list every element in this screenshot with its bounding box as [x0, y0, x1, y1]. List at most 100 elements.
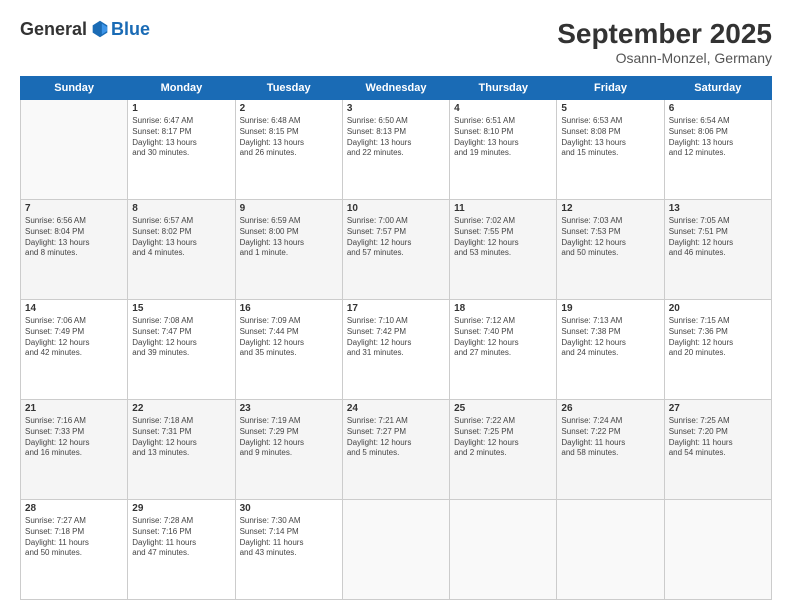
table-row: 19 Sunrise: 7:13 AM Sunset: 7:38 PM Dayli… — [557, 300, 664, 400]
day-info: Sunrise: 7:08 AM Sunset: 7:47 PM Dayligh… — [132, 316, 230, 359]
calendar-week-row: 21 Sunrise: 7:16 AM Sunset: 7:33 PM Dayli… — [21, 400, 772, 500]
calendar-table: Sunday Monday Tuesday Wednesday Thursday… — [20, 76, 772, 600]
day-number: 11 — [454, 203, 552, 214]
day-info: Sunrise: 7:09 AM Sunset: 7:44 PM Dayligh… — [240, 316, 338, 359]
day-number: 9 — [240, 203, 338, 214]
table-row: 17 Sunrise: 7:10 AM Sunset: 7:42 PM Dayli… — [342, 300, 449, 400]
table-row — [342, 500, 449, 600]
day-info: Sunrise: 7:06 AM Sunset: 7:49 PM Dayligh… — [25, 316, 123, 359]
table-row: 2 Sunrise: 6:48 AM Sunset: 8:15 PM Daylig… — [235, 100, 342, 200]
table-row — [450, 500, 557, 600]
day-number: 7 — [25, 203, 123, 214]
day-number: 10 — [347, 203, 445, 214]
table-row — [557, 500, 664, 600]
day-number: 8 — [132, 203, 230, 214]
table-row: 10 Sunrise: 7:00 AM Sunset: 7:57 PM Dayli… — [342, 200, 449, 300]
col-tuesday: Tuesday — [235, 77, 342, 100]
table-row — [21, 100, 128, 200]
table-row: 3Sunrise: 6:50 AM Sunset: 8:13 PM Daylig… — [342, 100, 449, 200]
day-number: 25 — [454, 403, 552, 414]
day-number: 5 — [561, 103, 659, 114]
header: General Blue September 2025 Osann-Monzel… — [20, 18, 772, 66]
day-info: Sunrise: 7:12 AM Sunset: 7:40 PM Dayligh… — [454, 316, 552, 359]
day-number: 19 — [561, 303, 659, 314]
calendar-week-row: 14 Sunrise: 7:06 AM Sunset: 7:49 PM Dayli… — [21, 300, 772, 400]
day-info: Sunrise: 6:53 AM Sunset: 8:08 PM Dayligh… — [561, 116, 659, 159]
day-info: Sunrise: 6:48 AM Sunset: 8:15 PM Dayligh… — [240, 116, 338, 159]
calendar-week-row: 28 Sunrise: 7:27 AM Sunset: 7:18 PM Dayli… — [21, 500, 772, 600]
table-row: 1 Sunrise: 6:47 AM Sunset: 8:17 PM Daylig… — [128, 100, 235, 200]
calendar-week-row: 1 Sunrise: 6:47 AM Sunset: 8:17 PM Daylig… — [21, 100, 772, 200]
day-info: Sunrise: 7:16 AM Sunset: 7:33 PM Dayligh… — [25, 416, 123, 459]
day-number: 28 — [25, 503, 123, 514]
day-number: 23 — [240, 403, 338, 414]
table-row: 18 Sunrise: 7:12 AM Sunset: 7:40 PM Dayli… — [450, 300, 557, 400]
day-number: 26 — [561, 403, 659, 414]
col-thursday: Thursday — [450, 77, 557, 100]
table-row: 6Sunrise: 6:54 AM Sunset: 8:06 PM Daylig… — [664, 100, 771, 200]
day-number: 24 — [347, 403, 445, 414]
day-info: Sunrise: 7:05 AM Sunset: 7:51 PM Dayligh… — [669, 216, 767, 259]
table-row — [664, 500, 771, 600]
title-block: September 2025 Osann-Monzel, Germany — [557, 18, 772, 66]
table-row: 20Sunrise: 7:15 AM Sunset: 7:36 PM Dayli… — [664, 300, 771, 400]
day-info: Sunrise: 6:57 AM Sunset: 8:02 PM Dayligh… — [132, 216, 230, 259]
day-info: Sunrise: 7:18 AM Sunset: 7:31 PM Dayligh… — [132, 416, 230, 459]
table-row: 14 Sunrise: 7:06 AM Sunset: 7:49 PM Dayli… — [21, 300, 128, 400]
table-row: 23 Sunrise: 7:19 AM Sunset: 7:29 PM Dayli… — [235, 400, 342, 500]
day-number: 14 — [25, 303, 123, 314]
day-info: Sunrise: 7:21 AM Sunset: 7:27 PM Dayligh… — [347, 416, 445, 459]
table-row: 7 Sunrise: 6:56 AM Sunset: 8:04 PM Daylig… — [21, 200, 128, 300]
day-info: Sunrise: 6:51 AM Sunset: 8:10 PM Dayligh… — [454, 116, 552, 159]
col-wednesday: Wednesday — [342, 77, 449, 100]
day-info: Sunrise: 6:50 AM Sunset: 8:13 PM Dayligh… — [347, 116, 445, 159]
day-info: Sunrise: 7:13 AM Sunset: 7:38 PM Dayligh… — [561, 316, 659, 359]
table-row: 9 Sunrise: 6:59 AM Sunset: 8:00 PM Daylig… — [235, 200, 342, 300]
logo-icon — [89, 18, 111, 40]
day-info: Sunrise: 7:03 AM Sunset: 7:53 PM Dayligh… — [561, 216, 659, 259]
day-info: Sunrise: 7:19 AM Sunset: 7:29 PM Dayligh… — [240, 416, 338, 459]
day-info: Sunrise: 6:54 AM Sunset: 8:06 PM Dayligh… — [669, 116, 767, 159]
table-row: 15 Sunrise: 7:08 AM Sunset: 7:47 PM Dayli… — [128, 300, 235, 400]
logo-blue-text: Blue — [111, 19, 150, 40]
table-row: 29Sunrise: 7:28 AM Sunset: 7:16 PM Dayli… — [128, 500, 235, 600]
col-friday: Friday — [557, 77, 664, 100]
location: Osann-Monzel, Germany — [557, 50, 772, 66]
day-info: Sunrise: 7:24 AM Sunset: 7:22 PM Dayligh… — [561, 416, 659, 459]
day-number: 15 — [132, 303, 230, 314]
day-info: Sunrise: 7:10 AM Sunset: 7:42 PM Dayligh… — [347, 316, 445, 359]
table-row: 24 Sunrise: 7:21 AM Sunset: 7:27 PM Dayli… — [342, 400, 449, 500]
table-row: 13Sunrise: 7:05 AM Sunset: 7:51 PM Dayli… — [664, 200, 771, 300]
day-number: 17 — [347, 303, 445, 314]
day-number: 30 — [240, 503, 338, 514]
day-number: 22 — [132, 403, 230, 414]
day-number: 18 — [454, 303, 552, 314]
calendar-week-row: 7 Sunrise: 6:56 AM Sunset: 8:04 PM Daylig… — [21, 200, 772, 300]
day-number: 1 — [132, 103, 230, 114]
table-row: 25Sunrise: 7:22 AM Sunset: 7:25 PM Dayli… — [450, 400, 557, 500]
col-monday: Monday — [128, 77, 235, 100]
col-saturday: Saturday — [664, 77, 771, 100]
calendar-header-row: Sunday Monday Tuesday Wednesday Thursday… — [21, 77, 772, 100]
day-info: Sunrise: 6:56 AM Sunset: 8:04 PM Dayligh… — [25, 216, 123, 259]
day-info: Sunrise: 6:47 AM Sunset: 8:17 PM Dayligh… — [132, 116, 230, 159]
day-number: 21 — [25, 403, 123, 414]
table-row: 11Sunrise: 7:02 AM Sunset: 7:55 PM Dayli… — [450, 200, 557, 300]
table-row: 16Sunrise: 7:09 AM Sunset: 7:44 PM Dayli… — [235, 300, 342, 400]
table-row: 21 Sunrise: 7:16 AM Sunset: 7:33 PM Dayli… — [21, 400, 128, 500]
table-row: 28 Sunrise: 7:27 AM Sunset: 7:18 PM Dayli… — [21, 500, 128, 600]
table-row: 26 Sunrise: 7:24 AM Sunset: 7:22 PM Dayli… — [557, 400, 664, 500]
day-number: 27 — [669, 403, 767, 414]
day-info: Sunrise: 7:30 AM Sunset: 7:14 PM Dayligh… — [240, 516, 338, 559]
table-row: 27 Sunrise: 7:25 AM Sunset: 7:20 PM Dayli… — [664, 400, 771, 500]
day-info: Sunrise: 6:59 AM Sunset: 8:00 PM Dayligh… — [240, 216, 338, 259]
table-row: 30 Sunrise: 7:30 AM Sunset: 7:14 PM Dayli… — [235, 500, 342, 600]
logo: General Blue — [20, 18, 150, 40]
day-info: Sunrise: 7:25 AM Sunset: 7:20 PM Dayligh… — [669, 416, 767, 459]
day-info: Sunrise: 7:27 AM Sunset: 7:18 PM Dayligh… — [25, 516, 123, 559]
day-info: Sunrise: 7:00 AM Sunset: 7:57 PM Dayligh… — [347, 216, 445, 259]
table-row: 4Sunrise: 6:51 AM Sunset: 8:10 PM Daylig… — [450, 100, 557, 200]
logo-general-text: General — [20, 19, 87, 40]
day-number: 12 — [561, 203, 659, 214]
day-number: 2 — [240, 103, 338, 114]
